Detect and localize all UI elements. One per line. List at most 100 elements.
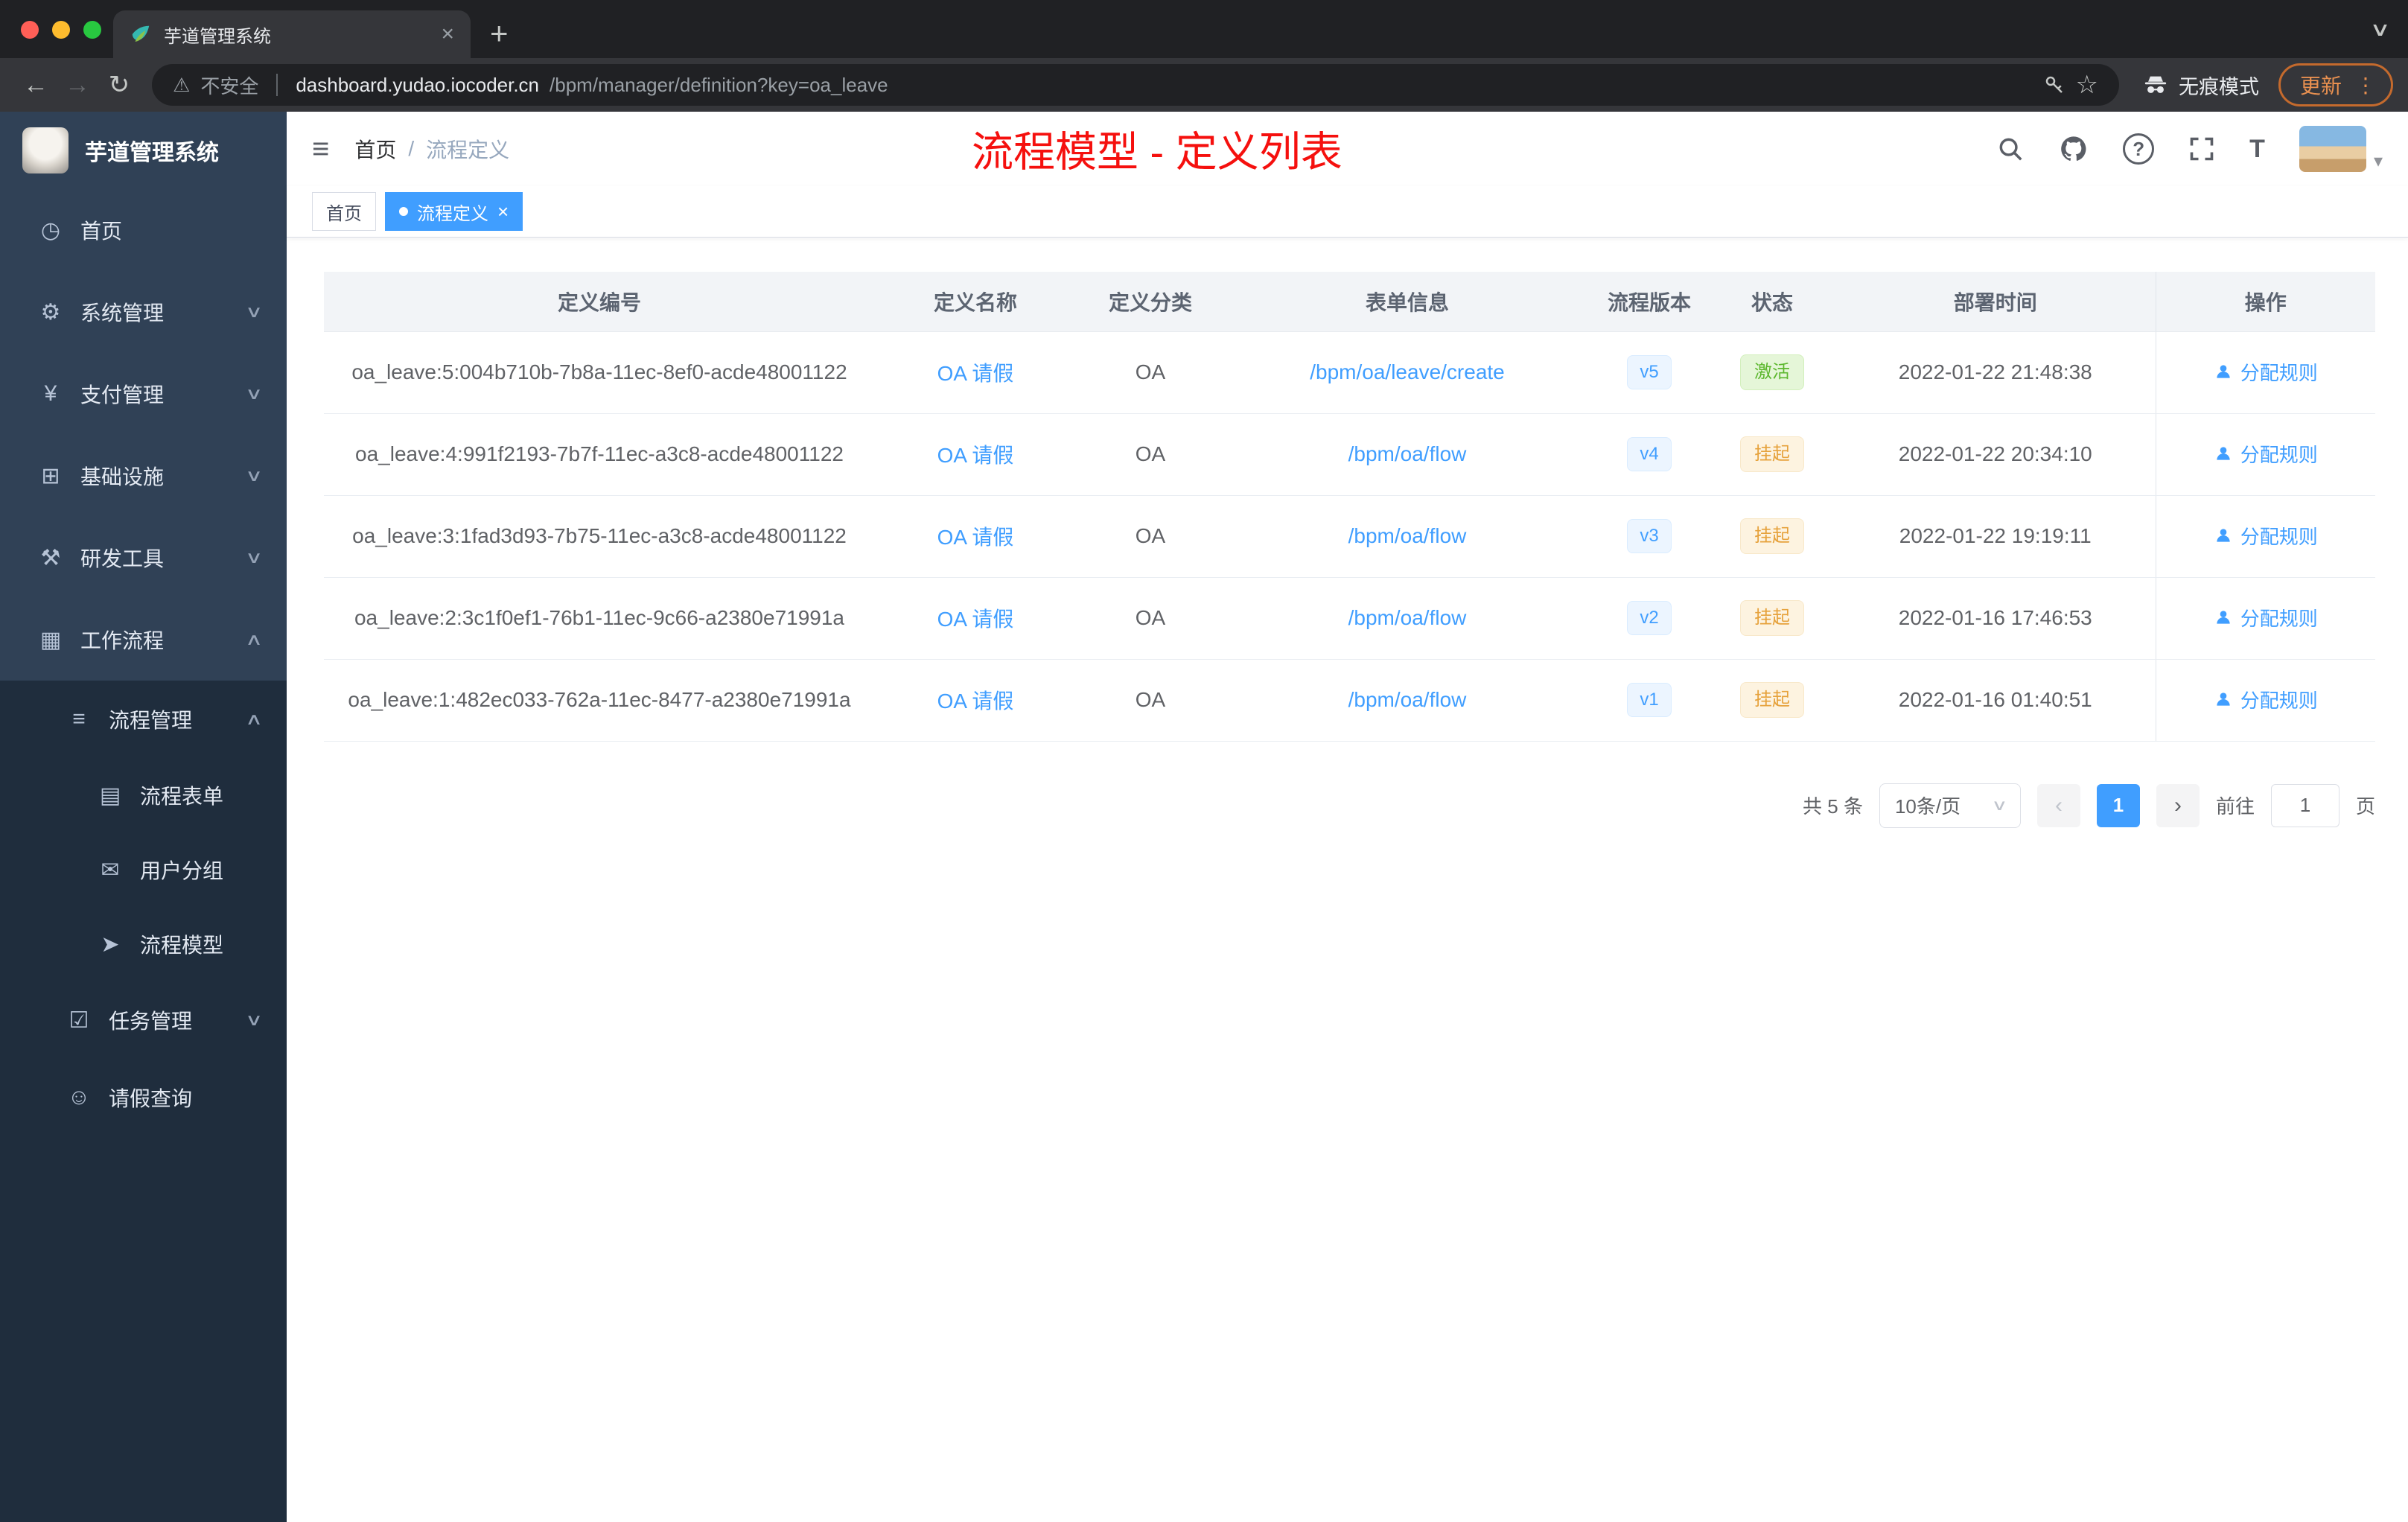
version-badge: v3 <box>1627 518 1672 554</box>
sidebar-item-task-management[interactable]: ☑ 任务管理 ∨ <box>0 981 287 1059</box>
definition-name-link[interactable]: OA 请假 <box>937 608 1014 631</box>
form-info-link[interactable]: /bpm/oa/flow <box>1348 606 1467 629</box>
definition-name-link[interactable]: OA 请假 <box>937 444 1014 467</box>
update-label: 更新 <box>2299 74 2342 98</box>
assign-rule-label: 分配规则 <box>2240 443 2318 466</box>
assign-rule-link[interactable]: 分配规则 <box>2214 686 2318 713</box>
version-badge: v5 <box>1627 354 1672 390</box>
sidebar-item-infrastructure[interactable]: ⊞ 基础设施 ∨ <box>0 435 287 517</box>
tab-search-icon[interactable]: ∨ <box>2369 18 2391 41</box>
window-minimize-button[interactable] <box>52 21 70 39</box>
sidebar-item-user-group[interactable]: ✉ 用户分组 <box>0 832 287 907</box>
definition-name-link[interactable]: OA 请假 <box>937 690 1014 713</box>
column-header: 定义分类 <box>1076 272 1225 332</box>
navbar-actions: ? T ▾ <box>1996 126 2383 172</box>
tag-close-icon[interactable]: × <box>497 202 509 221</box>
form-info-link[interactable]: /bpm/oa/leave/create <box>1310 360 1505 383</box>
gear-icon: ⚙ <box>40 299 61 325</box>
form-info-link[interactable]: /bpm/oa/flow <box>1348 524 1467 547</box>
user-menu[interactable]: ▾ <box>2299 126 2383 172</box>
form-info-link[interactable]: /bpm/oa/flow <box>1348 688 1467 711</box>
tab-close-icon[interactable]: × <box>441 23 454 45</box>
next-page-button[interactable]: › <box>2156 783 2200 827</box>
sidebar-item-process-form[interactable]: ▤ 流程表单 <box>0 758 287 832</box>
sidebar-item-process-model[interactable]: ➤ 流程模型 <box>0 907 287 981</box>
browser-update-button[interactable]: 更新 ⋮ <box>2278 63 2393 106</box>
favicon-icon <box>132 25 150 42</box>
deploy-time: 2022-01-22 20:34:10 <box>1898 442 2092 465</box>
deploy-time: 2022-01-22 21:48:38 <box>1898 360 2092 383</box>
tag-home[interactable]: 首页 <box>312 192 376 231</box>
sidebar-item-leave-query[interactable]: ☺ 请假查询 <box>0 1059 287 1136</box>
definition-category: OA <box>1135 606 1166 629</box>
assign-rule-link[interactable]: 分配规则 <box>2214 522 2318 550</box>
tags-view-bar: 首页 流程定义 × <box>287 186 2408 238</box>
browser-tab[interactable]: 芋道管理系统 × <box>113 10 471 58</box>
breadcrumb: 首页 / 流程定义 <box>354 134 509 164</box>
chevron-down-icon: ∨ <box>244 384 264 403</box>
workflow-icon: ▦ <box>39 627 62 652</box>
page-size-select[interactable]: 10条/页 ∨ <box>1879 783 2021 828</box>
incognito-icon <box>2144 76 2167 93</box>
back-icon[interactable]: ← <box>15 71 57 100</box>
assign-rule-link[interactable]: 分配规则 <box>2214 440 2318 468</box>
incognito-badge: 无痕模式 <box>2143 71 2259 100</box>
search-icon[interactable] <box>1996 135 2025 163</box>
sidebar-item-workflow[interactable]: ▦ 工作流程 ∧ <box>0 599 287 681</box>
window-zoom-button[interactable] <box>83 21 101 39</box>
sidebar-item-process-management[interactable]: ≡ 流程管理 ∧ <box>0 681 287 758</box>
version-badge: v1 <box>1627 682 1672 718</box>
column-header: 操作 <box>2155 272 2375 332</box>
fullscreen-icon[interactable] <box>2188 136 2215 162</box>
github-icon[interactable] <box>2059 134 2089 164</box>
assign-rule-link[interactable]: 分配规则 <box>2214 358 2318 386</box>
address-bar[interactable]: ⚠ 不安全 dashboard.yudao.iocoder.cn /bpm/ma… <box>152 64 2119 106</box>
infrastructure-icon: ⊞ <box>41 463 60 488</box>
new-tab-button[interactable]: + <box>490 18 509 49</box>
definition-name-link[interactable]: OA 请假 <box>937 362 1014 385</box>
definition-id: oa_leave:5:004b710b-7b8a-11ec-8ef0-acde4… <box>351 360 847 383</box>
reload-icon[interactable]: ↻ <box>98 70 140 100</box>
sidebar-item-payment-management[interactable]: ¥ 支付管理 ∨ <box>0 353 287 435</box>
sidebar-item-system-management[interactable]: ⚙ 系统管理 ∨ <box>0 271 287 353</box>
tag-process-definition[interactable]: 流程定义 × <box>385 192 523 231</box>
user-avatar[interactable] <box>2299 126 2366 172</box>
sidebar-item-home[interactable]: ◷ 首页 <box>0 189 287 271</box>
security-warning-icon: ⚠ <box>173 73 191 96</box>
browser-menu-icon[interactable]: ⋮ <box>2355 73 2376 98</box>
form-info-link[interactable]: /bpm/oa/flow <box>1348 442 1467 465</box>
app-logo <box>22 127 69 173</box>
goto-label: 前往 <box>2215 795 2255 818</box>
help-icon[interactable]: ? <box>2123 133 2155 165</box>
sidebar-item-label: 流程模型 <box>140 934 224 957</box>
column-header: 表单信息 <box>1225 272 1590 332</box>
browser-tab-strip: 芋道管理系统 × + ∨ <box>0 0 2408 58</box>
total-count-label: 共 5 条 <box>1803 795 1863 818</box>
chat-icon: ✉ <box>101 857 120 882</box>
sidebar-item-label: 首页 <box>80 220 123 243</box>
definition-name-link[interactable]: OA 请假 <box>937 526 1014 549</box>
page-number-button[interactable]: 1 <box>2096 783 2140 827</box>
breadcrumb-home[interactable]: 首页 <box>354 134 396 164</box>
sidebar-menu: ◷ 首页 ⚙ 系统管理 ∨ ¥ 支付管理 ∨ ⊞ 基础设施 ∨ ⚒ 研发工具 ∨ <box>0 189 287 1522</box>
goto-page-input[interactable] <box>2270 783 2339 827</box>
definition-id: oa_leave:3:1fad3d93-7b75-11ec-a3c8-acde4… <box>352 524 847 547</box>
chevron-down-icon: ∨ <box>244 466 264 485</box>
sidebar-submenu: ≡ 流程管理 ∧ ▤ 流程表单 ✉ 用户分组 ➤ 流程模型 ☑ 任务管理 ∨ ☺… <box>0 681 287 1136</box>
deploy-time: 2022-01-16 01:40:51 <box>1898 688 2092 711</box>
column-header: 状态 <box>1709 272 1835 332</box>
window-close-button[interactable] <box>21 21 39 39</box>
person-icon <box>2217 365 2230 378</box>
sidebar-item-label: 任务管理 <box>109 1010 193 1033</box>
assign-rule-link[interactable]: 分配规则 <box>2214 604 2318 631</box>
sidebar-item-label: 支付管理 <box>80 383 165 407</box>
window-controls <box>21 21 101 39</box>
active-tag-dot <box>399 207 408 216</box>
table-row: oa_leave:3:1fad3d93-7b75-11ec-a3c8-acde4… <box>324 495 2375 578</box>
font-size-icon[interactable]: T <box>2249 135 2265 164</box>
password-key-icon[interactable] <box>2043 74 2065 96</box>
status-badge: 挂起 <box>1740 436 1804 473</box>
sidebar-item-dev-tools[interactable]: ⚒ 研发工具 ∨ <box>0 517 287 599</box>
bookmark-star-icon[interactable]: ☆ <box>2076 70 2098 100</box>
collapse-sidebar-icon[interactable]: ≡ <box>312 134 329 164</box>
